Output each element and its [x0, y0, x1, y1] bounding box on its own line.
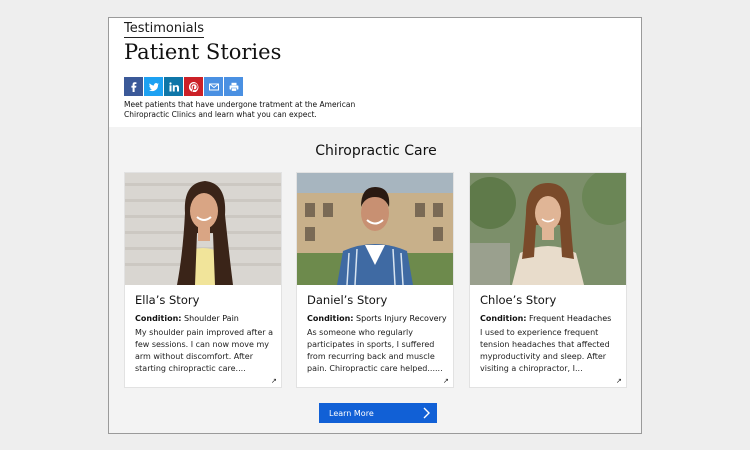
condition-label: Condition: [135, 314, 182, 323]
print-button[interactable] [224, 77, 243, 96]
story-card-daniel[interactable]: Daniel’s Story Condition: Sports Injury … [296, 172, 454, 388]
story-condition: Condition: Sports Injury Recovery [307, 314, 447, 323]
facebook-share-button[interactable] [124, 77, 143, 96]
story-name: Daniel’s Story [307, 293, 388, 307]
condition-value: Shoulder Pain [184, 314, 239, 323]
chevron-right-icon [423, 407, 430, 419]
story-card-chloe[interactable]: Chloe’s Story Condition: Frequent Headac… [469, 172, 627, 388]
chloe-photo [470, 173, 626, 285]
twitter-icon [148, 82, 159, 91]
story-card-ella[interactable]: Ella’s Story Condition: Shoulder Pain My… [124, 172, 282, 388]
open-story-icon[interactable]: ↗ [271, 378, 278, 385]
learn-more-button[interactable]: Learn More [319, 403, 437, 423]
intro-text: Meet patients that have undergone tratme… [124, 100, 356, 119]
story-name: Ella’s Story [135, 293, 200, 307]
section-title: Chiropractic Care [315, 143, 437, 159]
linkedin-icon [168, 81, 179, 91]
chiropractic-care-section: Chiropractic Care Ella’s Story Condition… [109, 127, 641, 433]
condition-label: Condition: [480, 314, 527, 323]
twitter-share-button[interactable] [144, 77, 163, 96]
open-story-icon[interactable]: ↗ [443, 378, 450, 385]
email-icon [208, 83, 219, 90]
page-title: Patient Stories [124, 40, 282, 64]
open-story-icon[interactable]: ↗ [616, 378, 623, 385]
story-excerpt: My shoulder pain improved after a few se… [135, 328, 274, 373]
story-name: Chloe’s Story [480, 293, 557, 307]
facebook-icon [130, 81, 136, 92]
share-bar [124, 77, 243, 96]
pinterest-icon [188, 81, 198, 92]
ella-photo [125, 173, 281, 285]
story-excerpt: I used to experience frequent tension he… [480, 328, 610, 373]
eyebrow-heading: Testimonials [124, 21, 205, 38]
story-condition: Condition: Frequent Headaches [480, 314, 611, 323]
linkedin-share-button[interactable] [164, 77, 183, 96]
story-excerpt: As someone who regularly participates in… [307, 328, 443, 373]
condition-value: Frequent Headaches [529, 314, 612, 323]
learn-more-label: Learn More [329, 408, 374, 418]
testimonials-panel: Testimonials Patient Stories Meet patien… [108, 17, 642, 434]
pinterest-share-button[interactable] [184, 77, 203, 96]
print-icon [229, 82, 238, 92]
email-share-button[interactable] [204, 77, 223, 96]
condition-value: Sports Injury Recovery [356, 314, 447, 323]
condition-label: Condition: [307, 314, 354, 323]
daniel-photo [297, 173, 453, 285]
story-condition: Condition: Shoulder Pain [135, 314, 239, 323]
